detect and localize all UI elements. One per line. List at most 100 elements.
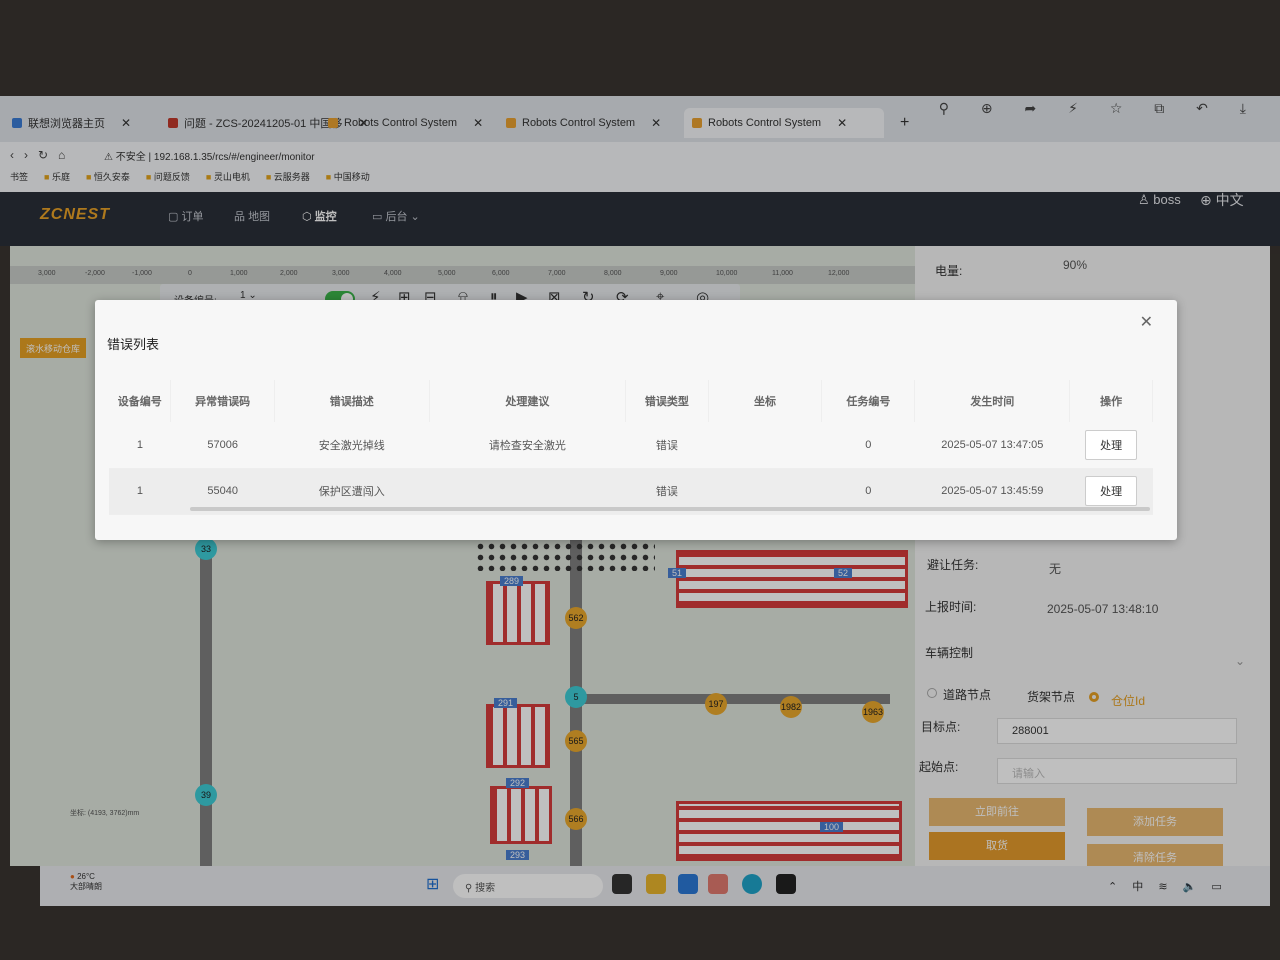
horizontal-scrollbar[interactable] — [190, 507, 1150, 511]
map-node[interactable]: 33 — [195, 538, 217, 560]
vehicle-control-header: 车辆控制 — [925, 646, 974, 660]
tab-rcs-1[interactable]: Robots Control System ✕ — [320, 108, 491, 138]
column-header: 异常错误码 — [170, 380, 275, 422]
nav-orders[interactable]: ▢ 订单 — [168, 208, 203, 224]
close-icon[interactable]: ✕ — [1140, 312, 1153, 332]
file-explorer-icon[interactable] — [646, 874, 666, 894]
handle-button[interactable]: 处理 — [1085, 476, 1138, 506]
radio-location-id[interactable] — [1089, 692, 1099, 702]
table-row: 1 57006 安全激光掉线 请检查安全激光 错误 0 2025-05-07 1… — [109, 422, 1153, 469]
map-node[interactable]: 197 — [705, 693, 727, 715]
rack[interactable] — [676, 801, 902, 861]
user-icon: ♙ — [1138, 192, 1154, 207]
column-header: 发生时间 — [914, 380, 1071, 422]
edge-icon[interactable] — [742, 874, 762, 894]
weather-widget[interactable]: ● 26°C 大部晴朗 — [70, 872, 102, 892]
bookmark-item[interactable]: 乐庭 — [44, 170, 70, 183]
new-tab-button[interactable]: + — [892, 108, 917, 138]
column-header: 处理建议 — [429, 380, 627, 422]
map-node[interactable]: 565 — [565, 730, 587, 752]
map-node[interactable]: 5 — [565, 686, 587, 708]
globe-icon: ⊕ — [1200, 192, 1216, 208]
tab-rcs-active[interactable]: Robots Control System ✕ — [684, 108, 884, 138]
pick-button[interactable]: 取货 — [929, 832, 1065, 860]
map-node[interactable]: 562 — [565, 607, 587, 629]
target-input[interactable]: 288001 — [997, 718, 1237, 744]
bookmark-item[interactable]: 问题反馈 — [146, 170, 190, 183]
rack-label: 51 — [668, 568, 687, 578]
rack-label: 293 — [506, 850, 530, 860]
rack-label: 292 — [506, 778, 530, 788]
nav-admin[interactable]: ▭ 后台 ⌄ — [372, 208, 420, 224]
user-menu[interactable]: ♙ boss — [1138, 192, 1181, 208]
screen: 联想浏览器主页 ✕ 问题 - ZCS-20241205-01 中国移 ✕ Rob… — [0, 0, 1280, 960]
url-field[interactable]: ⚠ 不安全 | 192.168.1.35/rcs/#/engineer/moni… — [104, 148, 315, 163]
rack-label: 100 — [820, 822, 844, 832]
map-node[interactable]: 39 — [195, 784, 217, 806]
windows-start-icon[interactable]: ⊞ — [426, 874, 444, 893]
bookmark-item[interactable]: 书签 — [10, 170, 28, 183]
app-icon[interactable] — [678, 874, 698, 894]
nav-buttons[interactable]: ‹›↻⌂ — [10, 148, 75, 162]
app-icon[interactable] — [776, 874, 796, 894]
rcs-icon — [506, 118, 516, 128]
rack[interactable] — [676, 550, 908, 608]
system-tray[interactable]: ⌃ 中 ≋ 🔈 ▭ — [1108, 878, 1228, 894]
close-icon[interactable]: ✕ — [837, 116, 847, 130]
warning-icon: ⚠ — [104, 152, 116, 163]
column-header: 任务编号 — [821, 380, 916, 422]
logo: ZCNEST — [40, 206, 110, 223]
report-time-value: 2025-05-07 13:48:10 — [1047, 602, 1159, 616]
tab-rcs-2[interactable]: Robots Control System ✕ — [498, 108, 669, 138]
app-icon[interactable] — [708, 874, 728, 894]
bookmark-item[interactable]: 恒久安泰 — [86, 170, 130, 183]
windows-taskbar: ● 26°C 大部晴朗 ⊞ ⚲ 搜索 ⌃ 中 ≋ 🔈 ▭ — [40, 866, 1270, 906]
tab-home[interactable]: 联想浏览器主页 ✕ — [4, 108, 139, 138]
nav-monitor[interactable]: ⬡ 监控 — [302, 208, 337, 224]
task-view-icon[interactable] — [612, 874, 632, 894]
radio-road-node[interactable] — [927, 688, 937, 698]
rcs-icon — [328, 118, 338, 128]
warehouse-label: 滚水移动仓库 — [20, 338, 87, 358]
rcs-icon — [692, 118, 702, 128]
close-icon[interactable]: ✕ — [473, 116, 483, 130]
table-header-row: 设备编号 异常错误码 错误描述 处理建议 错误类型 坐标 任务编号 发生时间 操… — [109, 380, 1153, 422]
map-ruler: 3,000 -2,000 -1,000 0 1,000 2,000 3,000 … — [10, 266, 915, 284]
issue-icon — [168, 118, 178, 128]
rack[interactable] — [490, 786, 552, 844]
app-header: ZCNEST ▢ 订单 品 地图 ⬡ 监控 ▭ 后台 ⌄ ♙ boss ⊕ 中文 — [0, 192, 1280, 246]
nav-map[interactable]: 品 地图 — [234, 208, 270, 224]
start-input[interactable]: 请输入 — [997, 758, 1237, 784]
rack-label: 52 — [834, 568, 853, 578]
error-table: 设备编号 异常错误码 错误描述 处理建议 错误类型 坐标 任务编号 发生时间 操… — [109, 380, 1153, 515]
search-icon: ⚲ — [465, 883, 476, 894]
add-task-button[interactable]: 添加任务 — [1087, 808, 1223, 836]
column-header: 操作 — [1069, 380, 1153, 422]
bookmark-item[interactable]: 灵山电机 — [206, 170, 250, 183]
weather-icon: ● — [70, 872, 75, 881]
aisle — [580, 694, 890, 704]
error-list-modal: 错误列表 ✕ 设备编号 异常错误码 错误描述 处理建议 错误类型 坐标 任务编号… — [95, 300, 1177, 540]
chevron-down-icon[interactable]: ⌄ — [1235, 654, 1245, 668]
map-node[interactable]: 566 — [565, 808, 587, 830]
restricted-zone — [475, 541, 655, 571]
rack-label: 289 — [500, 576, 524, 586]
rack[interactable] — [486, 581, 550, 645]
bookmark-item[interactable]: 云服务器 — [266, 170, 310, 183]
bookmarks-bar: 书签 乐庭 恒久安泰 问题反馈 灵山电机 云服务器 中国移动 — [10, 170, 370, 183]
rack[interactable] — [486, 704, 550, 768]
modal-title: 错误列表 — [107, 337, 160, 352]
column-header: 错误描述 — [274, 380, 430, 422]
column-header: 错误类型 — [625, 380, 709, 422]
battery-value: 90% — [1063, 258, 1088, 272]
browser-toolbar-icons[interactable]: ⚲ ⊕ ➦ ⚡ ☆ ⧉ ↶ ⤓ — [939, 100, 1260, 117]
map-node[interactable]: 1982 — [780, 696, 802, 718]
close-icon[interactable]: ✕ — [121, 116, 131, 130]
taskbar-search[interactable]: ⚲ 搜索 — [453, 874, 603, 898]
language-switch[interactable]: ⊕ 中文 — [1200, 190, 1244, 210]
map-node[interactable]: 1963 — [862, 701, 884, 723]
bookmark-item[interactable]: 中国移动 — [326, 170, 370, 183]
go-now-button[interactable]: 立即前往 — [929, 798, 1065, 826]
handle-button[interactable]: 处理 — [1085, 429, 1138, 460]
close-icon[interactable]: ✕ — [651, 116, 661, 130]
